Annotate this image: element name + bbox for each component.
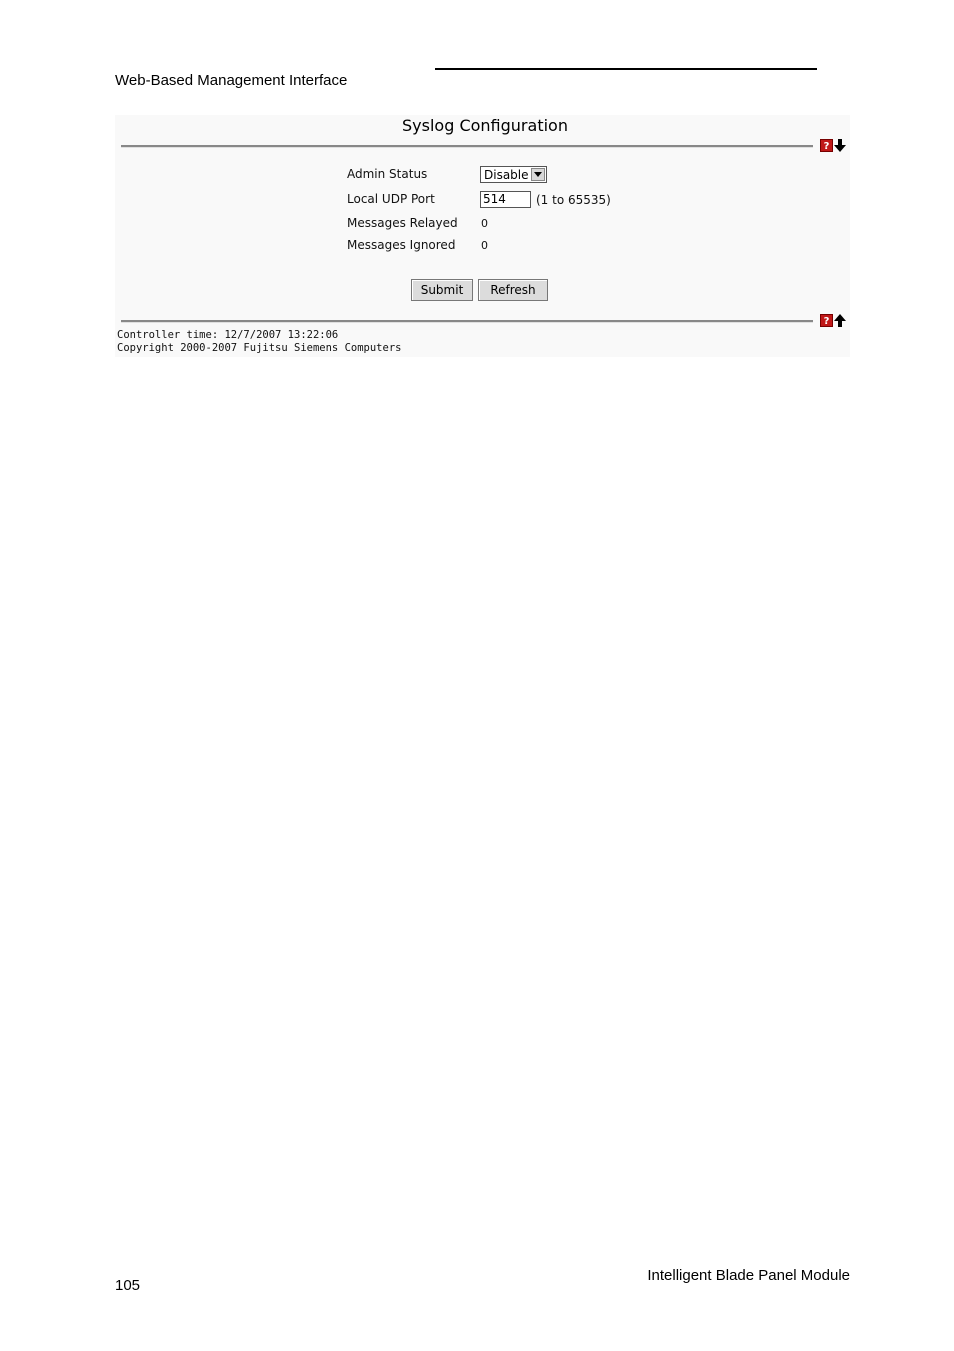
help-icon[interactable]: ? xyxy=(820,139,833,152)
document-header-title: Web-Based Management Interface xyxy=(115,72,348,89)
help-icon[interactable]: ? xyxy=(820,314,833,327)
local-udp-port-range-hint: (1 to 65535) xyxy=(536,193,611,207)
controller-time: Controller time: 12/7/2007 13:22:06 xyxy=(117,329,339,341)
arrow-up-icon[interactable] xyxy=(834,314,846,327)
admin-status-label: Admin Status xyxy=(347,167,428,181)
page-title: Syslog Configuration xyxy=(402,116,568,135)
refresh-button[interactable]: Refresh xyxy=(478,279,548,301)
messages-relayed-value: 0 xyxy=(481,217,488,230)
messages-ignored-label: Messages Ignored xyxy=(347,238,456,252)
local-udp-port-label: Local UDP Port xyxy=(347,192,435,206)
messages-ignored-value: 0 xyxy=(481,239,488,252)
arrow-down-icon[interactable] xyxy=(834,139,846,152)
top-divider xyxy=(121,145,813,148)
syslog-configuration-panel: Syslog Configuration ? Admin Status Disa… xyxy=(115,115,850,357)
messages-relayed-label: Messages Relayed xyxy=(347,216,458,230)
admin-status-selected-value: Disable xyxy=(484,167,529,182)
page-number: 105 xyxy=(115,1277,141,1294)
chevron-down-icon[interactable] xyxy=(531,168,545,181)
document-footer-title: Intelligent Blade Panel Module xyxy=(647,1267,850,1284)
bottom-divider xyxy=(121,320,813,323)
bottom-icon-group: ? xyxy=(820,314,846,327)
admin-status-select[interactable]: Disable xyxy=(480,166,547,183)
local-udp-port-input[interactable]: 514 xyxy=(480,191,531,208)
copyright-notice: Copyright 2000-2007 Fujitsu Siemens Comp… xyxy=(117,342,402,354)
submit-button[interactable]: Submit xyxy=(411,279,473,301)
top-icon-group: ? xyxy=(820,139,846,152)
header-rule xyxy=(435,68,817,70)
